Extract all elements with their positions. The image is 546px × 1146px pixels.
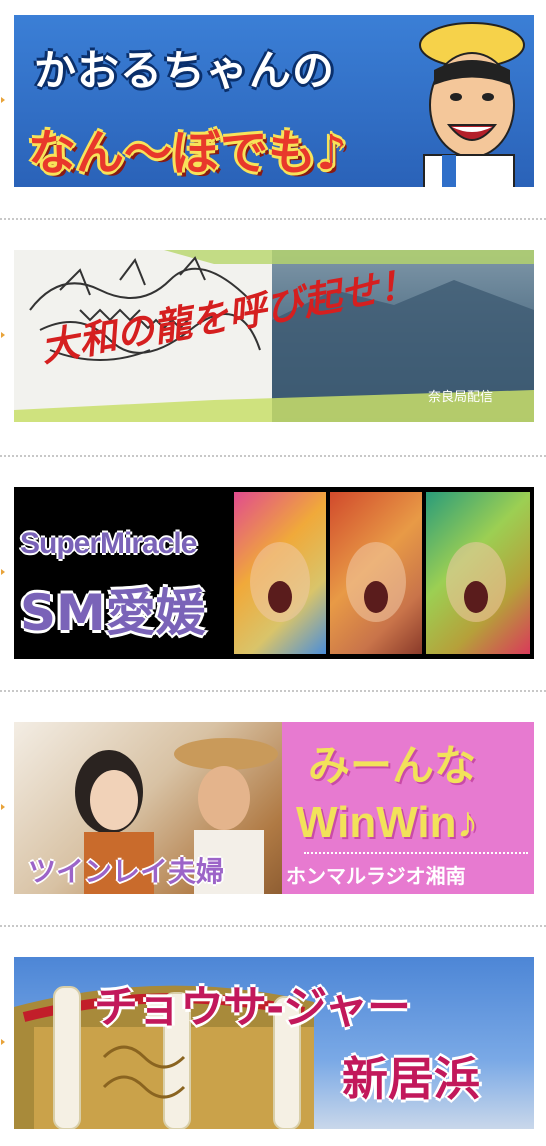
banner-item-sm-ehime: SuperMiracle SM愛媛 — [0, 487, 546, 661]
bullet-arrow-icon — [1, 332, 5, 338]
dotted-separator — [304, 852, 528, 854]
kaoru-title-line1: かおるちゃんの — [34, 46, 336, 95]
winwin-heading-line1: みーんな — [308, 741, 477, 790]
yamato-banner-link[interactable]: 大和の龍を呼び起せ！ 奈良局配信 — [14, 250, 534, 422]
chousa-title-line1: チョウサ-ジャー — [94, 982, 411, 1033]
banner-item-yamato: 大和の龍を呼び起せ！ 奈良局配信 — [0, 250, 546, 424]
winwin-left-caption: ツインレイ夫婦 — [28, 855, 225, 888]
banner-item-kaoru: かおるちゃんの なん～ぼでも♪ — [0, 15, 546, 189]
kaoru-banner-link[interactable]: かおるちゃんの なん～ぼでも♪ — [14, 15, 534, 187]
bullet-arrow-icon — [1, 97, 5, 103]
cartoon-face-illustration — [419, 22, 525, 187]
chousa-banner-link[interactable]: チョウサ-ジャー 新居浜 — [14, 957, 534, 1129]
sm-ehime-line1: SuperMiracle — [20, 527, 197, 560]
banner-item-winwin: ツインレイ夫婦 みーんな WinWin♪ ホンマルラジオ湘南 — [0, 722, 546, 896]
sm-ehime-line2: SM愛媛 — [20, 584, 206, 642]
kaoru-title-line2: なん～ぼでも♪ — [28, 125, 347, 181]
yamato-credit: 奈良局配信 — [428, 390, 494, 405]
divider — [0, 455, 546, 457]
divider — [0, 690, 546, 692]
winwin-banner-link[interactable]: ツインレイ夫婦 みーんな WinWin♪ ホンマルラジオ湘南 — [14, 722, 534, 894]
winwin-heading-line2: WinWin♪ — [296, 798, 479, 847]
bullet-arrow-icon — [1, 1039, 5, 1045]
winwin-footer: ホンマルラジオ湘南 — [286, 864, 466, 888]
bullet-arrow-icon — [1, 569, 5, 575]
chousa-title-line2: 新居浜 — [342, 1052, 480, 1106]
divider — [0, 218, 546, 220]
divider — [0, 925, 546, 927]
sm-ehime-banner-link[interactable]: SuperMiracle SM愛媛 — [14, 487, 534, 659]
banner-item-chousa: チョウサ-ジャー 新居浜 — [0, 957, 546, 1131]
bullet-arrow-icon — [1, 804, 5, 810]
